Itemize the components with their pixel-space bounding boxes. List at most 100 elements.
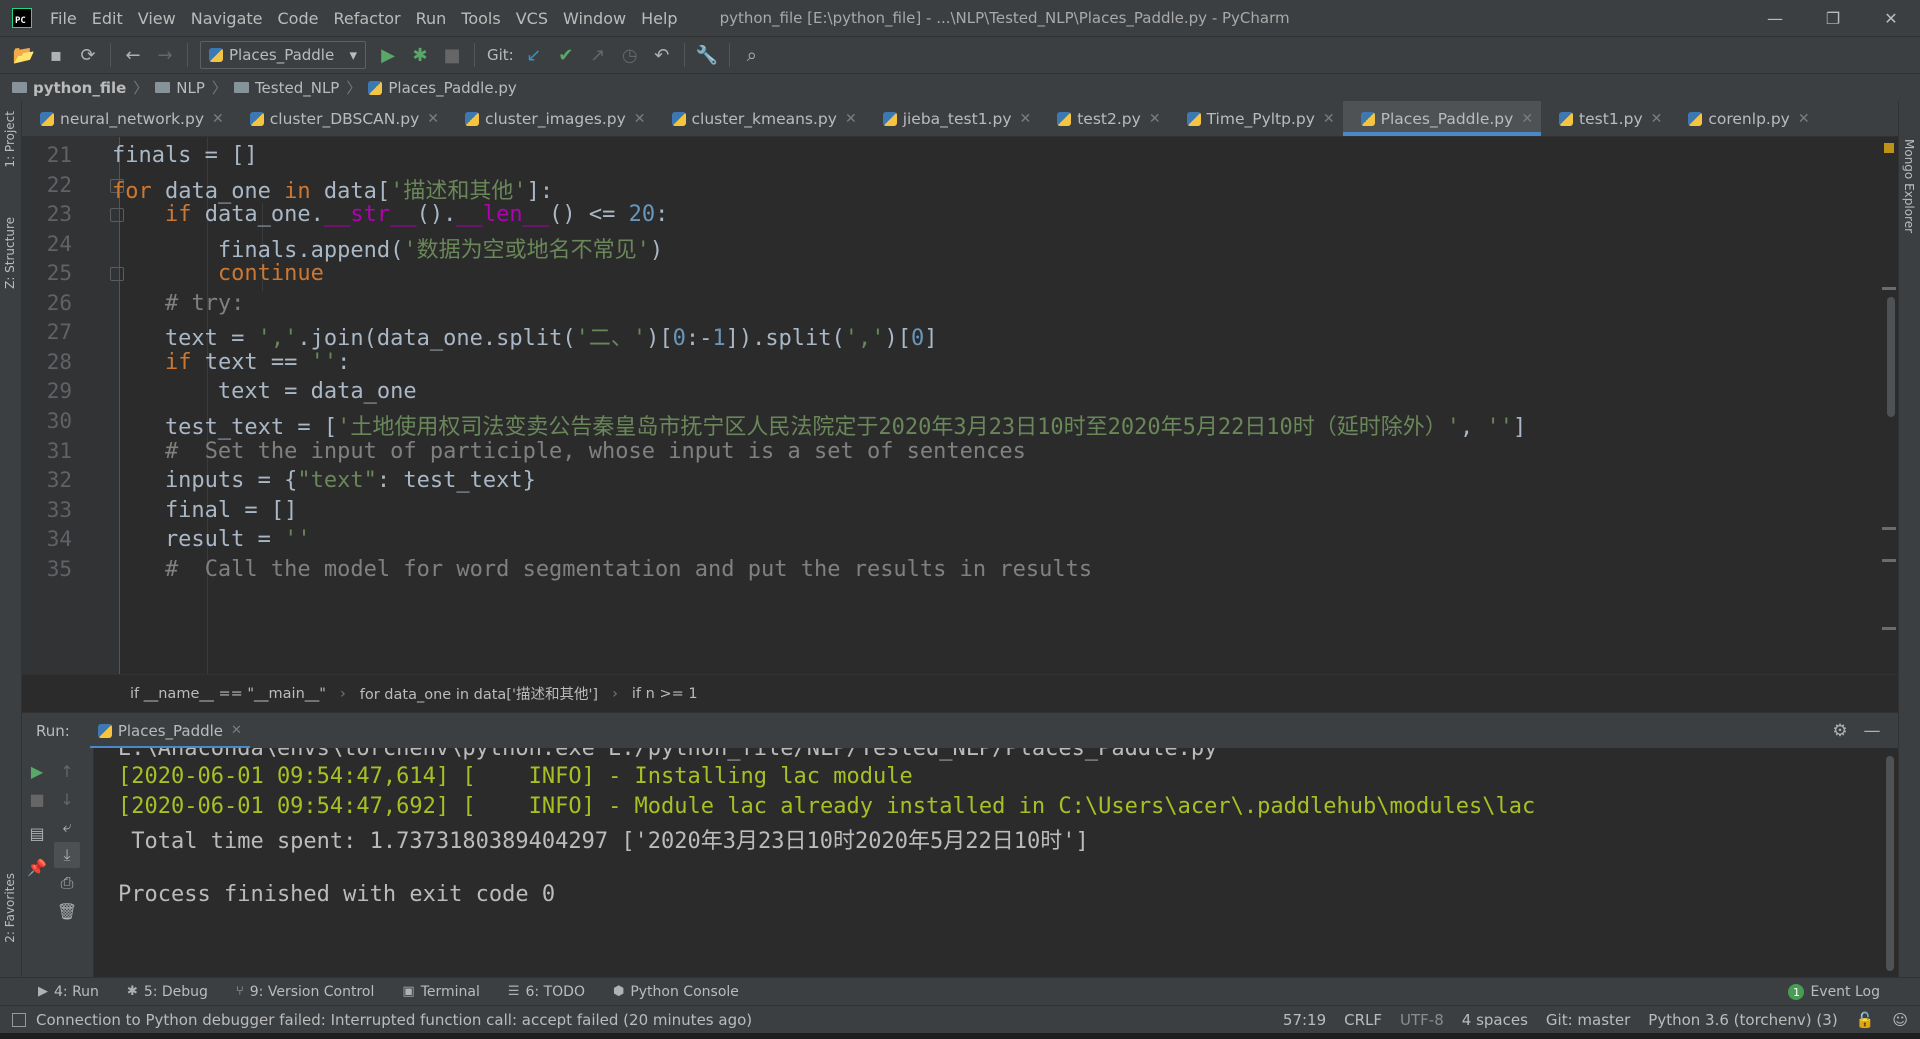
structure-tool-tab[interactable]: Z: Structure	[3, 217, 17, 289]
run-icon[interactable]: ▶	[372, 41, 404, 69]
code-crumb[interactable]: for data_one in data['描述和其他']	[360, 683, 598, 704]
code-line[interactable]: for data_one in data['描述和其他']:	[22, 173, 553, 205]
git-push-icon[interactable]: ↗	[582, 41, 614, 69]
code-line[interactable]: final = []	[22, 498, 297, 523]
down-arrow-icon[interactable]: ↓	[54, 786, 80, 812]
code-line[interactable]: if data_one.__str__().__len__() <= 20:	[22, 202, 668, 227]
menu-navigate[interactable]: Navigate	[191, 9, 263, 28]
up-arrow-icon[interactable]: ↑	[54, 758, 80, 784]
close-icon[interactable]: ✕	[1323, 111, 1335, 127]
menu-view[interactable]: View	[138, 9, 176, 28]
code-line[interactable]: test_text = ['土地使用权司法变卖公告秦皇岛市抚宁区人民法院定于20…	[22, 409, 1526, 441]
editor-scrollbar[interactable]	[1882, 137, 1898, 674]
favorites-tool-tab[interactable]: 2: Favorites	[3, 873, 17, 943]
layout-icon[interactable]: ▤	[24, 820, 50, 846]
file-encoding[interactable]: UTF-8	[1400, 1011, 1444, 1029]
code-crumb[interactable]: if __name__ == "__main__"	[130, 686, 326, 702]
error-stripe-marker[interactable]	[1882, 287, 1896, 290]
indent-setting[interactable]: 4 spaces	[1462, 1011, 1528, 1029]
menu-refactor[interactable]: Refactor	[333, 9, 400, 28]
tab-cluster-dbscan[interactable]: cluster_DBSCAN.py ✕	[232, 101, 447, 136]
code-line[interactable]: text = ','.join(data_one.split('二、')[0:-…	[22, 320, 938, 352]
error-stripe-marker[interactable]	[1882, 627, 1896, 630]
breadcrumb-file[interactable]: Places_Paddle.py	[368, 79, 517, 97]
back-arrow-icon[interactable]: ←	[117, 41, 149, 69]
menu-vcs[interactable]: VCS	[516, 9, 548, 28]
close-icon[interactable]: ✕	[1521, 111, 1533, 127]
git-commit-icon[interactable]: ✔	[550, 41, 582, 69]
run-tab-places-paddle[interactable]: Places_Paddle ✕	[89, 713, 251, 749]
rerun-icon[interactable]: ▶	[24, 758, 50, 784]
run-console[interactable]: E:\Anaconda\envs\torchenv\python.exe E:/…	[94, 748, 1882, 977]
tab-neural-network[interactable]: neural_network.py ✕	[22, 101, 232, 136]
caret-position[interactable]: 57:19	[1283, 1011, 1326, 1029]
pin-icon[interactable]: 📌	[24, 854, 50, 880]
code-line[interactable]: # Call the model for word segmentation a…	[22, 557, 1092, 582]
menu-help[interactable]: Help	[641, 9, 677, 28]
tool-window-debug[interactable]: ✱ 5: Debug	[127, 984, 208, 1000]
restore-button[interactable]: ❐	[1804, 0, 1862, 36]
event-log-button[interactable]: 1 Event Log	[1788, 978, 1880, 1006]
git-rollback-icon[interactable]: ↶	[646, 41, 678, 69]
code-crumb[interactable]: if n >= 1	[632, 686, 698, 702]
console-scrollbar[interactable]	[1882, 748, 1898, 977]
mongo-explorer-tool-tab[interactable]: Mongo Explorer	[1902, 139, 1916, 233]
menu-edit[interactable]: Edit	[92, 9, 123, 28]
menu-window[interactable]: Window	[563, 9, 626, 28]
forward-arrow-icon[interactable]: →	[149, 41, 181, 69]
editor-scroll-thumb[interactable]	[1887, 297, 1895, 417]
close-icon[interactable]: ✕	[1020, 111, 1032, 127]
tab-cluster-images[interactable]: cluster_images.py ✕	[447, 101, 654, 136]
python-interpreter[interactable]: Python 3.6 (torchenv) (3)	[1648, 1011, 1837, 1029]
code-line[interactable]: continue	[22, 261, 324, 286]
code-line[interactable]: text = data_one	[22, 379, 417, 404]
close-window-button[interactable]: ✕	[1862, 0, 1920, 36]
tab-jieba-test1[interactable]: jieba_test1.py ✕	[865, 101, 1040, 136]
run-configuration-select[interactable]: Places_Paddle ▾	[200, 41, 366, 69]
breadcrumb-tested-nlp[interactable]: Tested_NLP	[233, 79, 339, 97]
close-icon[interactable]: ✕	[231, 723, 242, 738]
git-branch[interactable]: Git: master	[1546, 1011, 1630, 1029]
stop-icon[interactable]: ■	[436, 41, 468, 69]
code-line[interactable]: # Set the input of participle, whose inp…	[22, 439, 1026, 464]
save-all-icon[interactable]: ▪	[40, 41, 72, 69]
tool-window-version-control[interactable]: ⑂ 9: Version Control	[236, 984, 374, 1000]
menu-run[interactable]: Run	[416, 9, 447, 28]
lock-icon[interactable]: 🔓	[1856, 1011, 1875, 1029]
stop-icon[interactable]: ■	[24, 786, 50, 812]
line-separator[interactable]: CRLF	[1344, 1011, 1382, 1029]
tab-places-paddle[interactable]: Places_Paddle.py ✕	[1342, 101, 1542, 136]
error-stripe-marker[interactable]	[1882, 559, 1896, 562]
code-line[interactable]: if text == '':	[22, 350, 350, 375]
code-line[interactable]: # try:	[22, 291, 244, 316]
git-history-icon[interactable]: ◷	[614, 41, 646, 69]
menu-file[interactable]: File	[50, 9, 77, 28]
tab-test1[interactable]: test1.py ✕	[1541, 101, 1670, 136]
close-icon[interactable]: ✕	[1149, 111, 1161, 127]
minimize-button[interactable]: —	[1746, 0, 1804, 36]
search-icon[interactable]: ⌕	[736, 41, 768, 69]
close-icon[interactable]: ✕	[1798, 111, 1810, 127]
close-icon[interactable]: ✕	[634, 111, 646, 127]
inspector-icon[interactable]: ☺	[1892, 1011, 1908, 1029]
close-icon[interactable]: ✕	[1651, 111, 1663, 127]
print-icon[interactable]: ⎙	[54, 870, 80, 896]
menu-code[interactable]: Code	[278, 9, 319, 28]
tool-window-terminal[interactable]: ▣ Terminal	[402, 984, 479, 1000]
sync-icon[interactable]: ⟳	[72, 41, 104, 69]
trash-icon[interactable]: 🗑	[54, 898, 80, 924]
close-icon[interactable]: ✕	[212, 111, 224, 127]
menu-tools[interactable]: Tools	[461, 9, 500, 28]
close-icon[interactable]: ✕	[427, 111, 439, 127]
tool-window-todo[interactable]: ☰ 6: TODO	[508, 984, 585, 1000]
open-folder-icon[interactable]: 📂	[8, 41, 40, 69]
soft-wrap-icon[interactable]: ⤶	[54, 814, 80, 840]
breadcrumb-nlp[interactable]: NLP	[155, 79, 205, 97]
debug-icon[interactable]: ✱	[404, 41, 436, 69]
console-scroll-thumb[interactable]	[1886, 756, 1894, 971]
code-line[interactable]: finals = []	[22, 143, 258, 168]
tab-test2[interactable]: test2.py ✕	[1039, 101, 1168, 136]
git-update-icon[interactable]: ↙	[518, 41, 550, 69]
tab-time-pyltp[interactable]: Time_Pyltp.py ✕	[1169, 101, 1343, 136]
code-line[interactable]: finals.append('数据为空或地名不常见')	[22, 232, 663, 264]
